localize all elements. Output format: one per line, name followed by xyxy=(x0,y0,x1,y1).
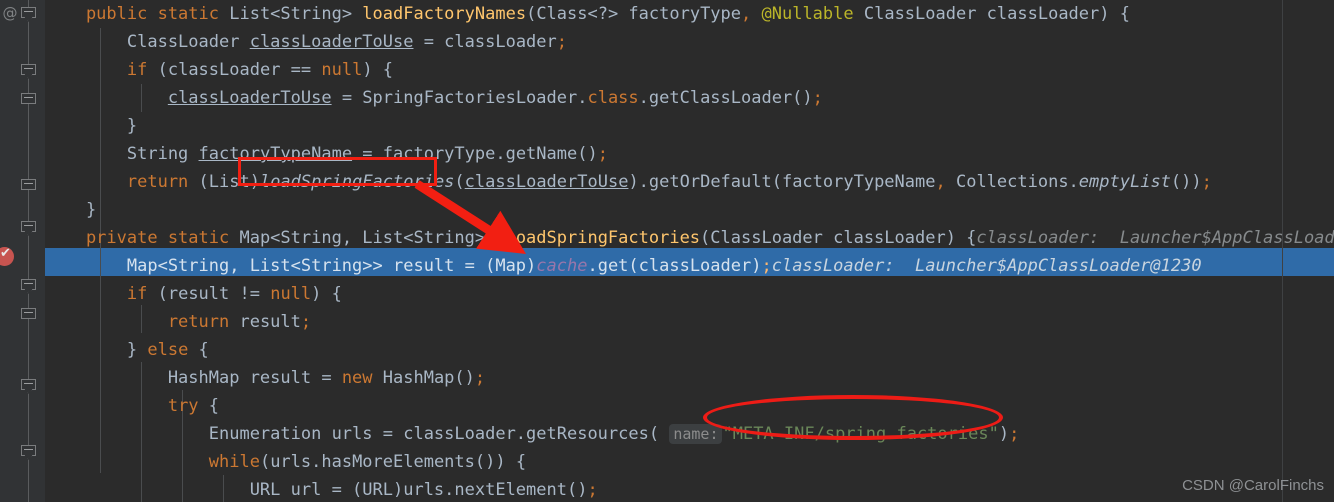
code-line[interactable]: } xyxy=(45,112,137,140)
parameter-name-hint: name: xyxy=(669,424,723,444)
inline-debug-hint: classLoader: Launcher$AppClassLoader@ xyxy=(976,228,1334,248)
code-line[interactable]: classLoaderToUse = SpringFactoriesLoader… xyxy=(45,84,823,112)
code-line[interactable]: if (result != null) { xyxy=(45,280,342,308)
fold-marker-icon[interactable] xyxy=(21,379,36,394)
fold-marker-icon[interactable] xyxy=(21,221,36,236)
fold-marker-icon[interactable] xyxy=(21,64,36,79)
code-editor-window: @ ✔ public static List<String> loadFacto… xyxy=(0,0,1334,502)
code-line[interactable]: try { xyxy=(45,392,219,420)
fold-marker-icon[interactable] xyxy=(21,179,36,194)
code-line[interactable]: } else { xyxy=(45,336,209,364)
code-line[interactable]: ClassLoader classLoaderToUse = classLoad… xyxy=(45,28,567,56)
editor-gutter[interactable]: @ ✔ xyxy=(0,0,45,502)
annotation-marker-icon[interactable]: @ xyxy=(1,4,19,22)
code-line[interactable]: while(urls.hasMoreElements()) { xyxy=(45,448,526,476)
fold-marker-icon[interactable] xyxy=(21,445,36,460)
code-line[interactable]: String factoryTypeName = factoryType.get… xyxy=(45,140,608,168)
code-line[interactable]: return result; xyxy=(45,308,311,336)
code-line[interactable]: public static List<String> loadFactoryNa… xyxy=(45,0,1130,28)
breakpoint-check-glyph: ✔ xyxy=(0,246,11,261)
code-line[interactable]: HashMap result = new HashMap(); xyxy=(45,364,485,392)
code-surface[interactable]: public static List<String> loadFactoryNa… xyxy=(45,0,1334,502)
code-line[interactable]: } xyxy=(45,196,96,224)
code-line[interactable]: Enumeration urls = classLoader.getResour… xyxy=(45,420,1019,448)
code-line[interactable]: return (List)loadSpringFactories(classLo… xyxy=(45,168,1212,196)
fold-marker-icon[interactable] xyxy=(21,308,36,323)
code-line[interactable]: UrlResource resource = new UrlResource(u… xyxy=(45,497,700,502)
inline-debug-hint: classLoader: Launcher$AppClassLoader@123… xyxy=(771,256,1202,276)
code-line[interactable]: Map<String, List<String>> result = (Map)… xyxy=(45,252,1202,280)
code-line[interactable]: if (classLoader == null) { xyxy=(45,56,393,84)
watermark-text: CSDN @CarolFinchs xyxy=(1182,477,1324,494)
fold-marker-icon[interactable] xyxy=(21,93,36,108)
breakpoint-icon[interactable]: ✔ xyxy=(0,247,14,266)
fold-marker-icon[interactable] xyxy=(21,279,36,294)
code-line[interactable]: private static Map<String, List<String>>… xyxy=(45,224,1334,252)
